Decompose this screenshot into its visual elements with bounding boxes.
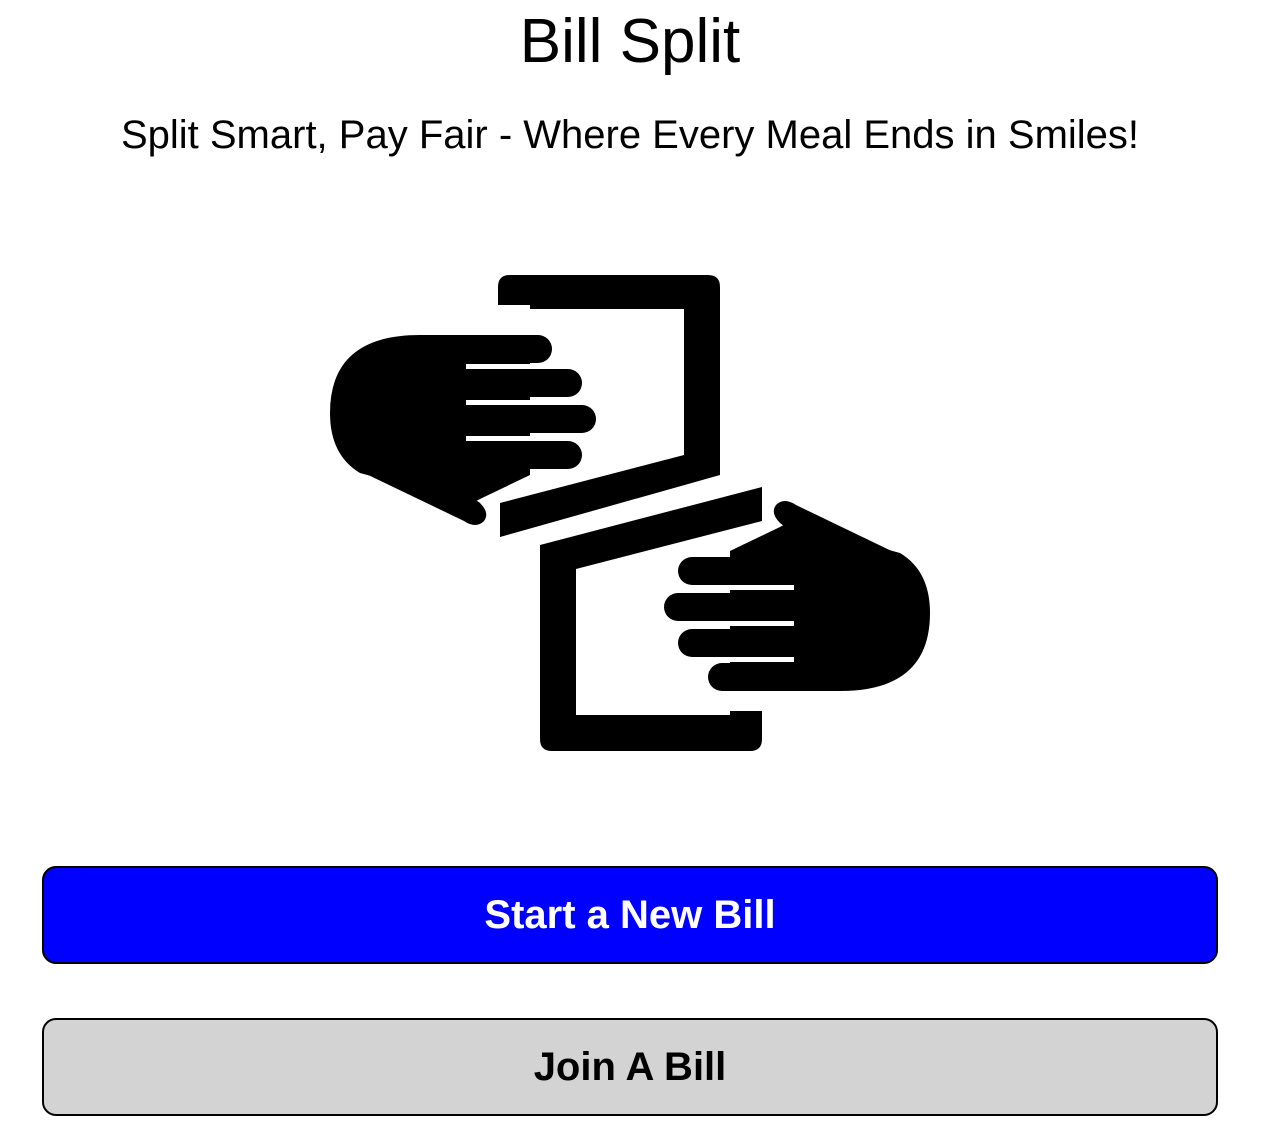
app-tagline: Split Smart, Pay Fair - Where Every Meal… <box>120 113 1140 157</box>
start-new-bill-button[interactable]: Start a New Bill <box>42 866 1218 964</box>
app-title: Bill Split <box>519 7 741 76</box>
join-bill-button[interactable]: Join A Bill <box>42 1018 1218 1116</box>
hands-exchanging-bill-icon <box>320 265 940 765</box>
